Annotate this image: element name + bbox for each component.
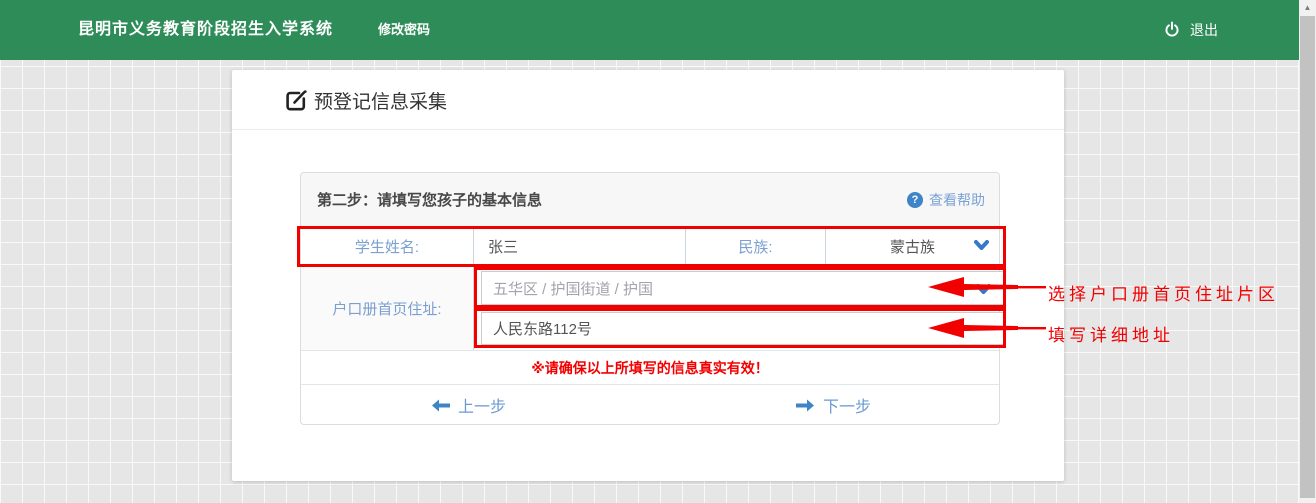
arrow-right-icon <box>796 399 815 412</box>
card-title-row: 预登记信息采集 <box>232 70 1064 130</box>
ethnicity-value: 蒙古族 <box>890 236 935 257</box>
view-help-link[interactable]: ? 查看帮助 <box>907 190 985 210</box>
scroll-up-arrow-icon[interactable]: ▲ <box>1299 0 1316 16</box>
change-password-link[interactable]: 修改密码 <box>378 0 430 60</box>
ethnicity-label: 民族: <box>686 227 826 266</box>
vertical-scrollbar[interactable]: ▲ <box>1299 0 1316 503</box>
logout-label: 退出 <box>1190 20 1218 40</box>
address-district-value: 五华区 / 护国街道 / 护国 <box>493 278 653 299</box>
page-title: 预登记信息采集 <box>314 87 447 114</box>
edit-icon <box>284 89 308 113</box>
prev-step-label: 上一步 <box>458 393 506 417</box>
address-detail-input[interactable] <box>482 313 1003 344</box>
student-name-input[interactable] <box>488 238 685 255</box>
form-panel: 第二步：请填写您孩子的基本信息 ? 查看帮助 学生姓名: 民族: 蒙古族 户口册… <box>300 172 1000 425</box>
panel-header: 第二步：请填写您孩子的基本信息 ? 查看帮助 <box>301 173 999 227</box>
app-title: 昆明市义务教育阶段招生入学系统 <box>78 0 333 60</box>
question-circle-icon: ? <box>907 192 923 208</box>
step-title: 第二步：请填写您孩子的基本信息 <box>317 189 542 210</box>
help-label: 查看帮助 <box>929 190 985 210</box>
warning-text: ※请确保以上所填写的信息真实有效！ <box>531 358 769 378</box>
chevron-down-icon <box>976 284 991 295</box>
logout-button[interactable]: 退出 <box>1163 0 1218 60</box>
pre-registration-card: 预登记信息采集 第二步：请填写您孩子的基本信息 ? 查看帮助 学生姓名: 民族:… <box>232 70 1064 481</box>
student-name-label: 学生姓名: <box>301 227 474 266</box>
prev-step-button[interactable]: 上一步 <box>431 385 506 425</box>
next-step-button[interactable]: 下一步 <box>796 385 871 425</box>
nav-row: 上一步 下一步 <box>301 385 999 425</box>
annotation-district: 选择户口册首页住址片区 <box>1048 280 1279 305</box>
address-detail-box <box>481 312 1004 345</box>
address-label: 户口册首页住址: <box>301 266 474 350</box>
annotation-detail: 填写详细地址 <box>1048 321 1174 346</box>
power-icon <box>1163 21 1181 39</box>
arrow-left-icon <box>431 399 450 412</box>
student-name-cell <box>474 227 686 266</box>
warning-row: ※请确保以上所填写的信息真实有效！ <box>301 351 999 385</box>
ethnicity-select[interactable]: 蒙古族 <box>826 227 999 266</box>
chevron-down-icon <box>974 240 989 251</box>
row-basic-info: 学生姓名: 民族: 蒙古族 <box>301 227 999 266</box>
next-step-label: 下一步 <box>823 393 871 417</box>
app-header: 昆明市义务教育阶段招生入学系统 修改密码 退出 <box>0 0 1316 60</box>
row-address: 户口册首页住址: 五华区 / 护国街道 / 护国 <box>301 266 999 351</box>
address-district-select[interactable]: 五华区 / 护国街道 / 护国 <box>481 271 1004 305</box>
scrollbar-thumb[interactable] <box>1300 16 1315 498</box>
address-inputs: 五华区 / 护国街道 / 护国 <box>474 266 999 350</box>
